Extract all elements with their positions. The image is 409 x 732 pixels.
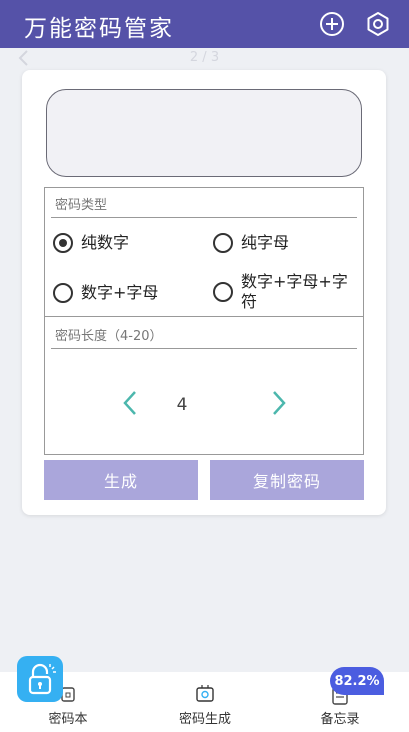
radio-label: 纯数字 bbox=[81, 233, 130, 252]
add-circle-icon bbox=[320, 12, 344, 36]
radio-digits-letters[interactable]: 数字+字母 bbox=[53, 283, 158, 303]
nav-label: 密码生成 bbox=[178, 712, 231, 727]
app-title: 万能密码管家 bbox=[24, 16, 174, 42]
generator-card: 密码类型 纯数字 纯字母 数字+字母 数字+字母+字符 密码长度（4-20） 4 bbox=[22, 70, 386, 515]
password-length-label: 密码长度（4-20） bbox=[55, 329, 163, 344]
radio-unchecked-icon bbox=[53, 283, 73, 303]
gear-icon bbox=[367, 12, 389, 36]
radio-digits-only[interactable]: 纯数字 bbox=[53, 233, 129, 253]
nav-item-password-generator[interactable]: 密码生成 bbox=[166, 672, 244, 732]
copy-password-button[interactable]: 复制密码 bbox=[210, 460, 364, 500]
app-bar: 万能密码管家 bbox=[0, 0, 409, 48]
password-generator-icon bbox=[196, 685, 214, 702]
chevron-left-icon bbox=[123, 391, 136, 415]
nav-label: 备忘录 bbox=[320, 712, 360, 727]
pager-row: 2 / 3 bbox=[0, 48, 409, 70]
increase-length-button[interactable] bbox=[270, 389, 288, 417]
radio-label: 纯字母 bbox=[241, 233, 290, 252]
divider bbox=[45, 316, 363, 317]
radio-label: 数字+字母 bbox=[81, 283, 159, 302]
lock-icon bbox=[28, 663, 56, 695]
percentage-badge[interactable]: 82.2% bbox=[330, 667, 384, 695]
divider bbox=[51, 348, 357, 349]
decrease-length-button[interactable] bbox=[121, 389, 139, 417]
password-type-label: 密码类型 bbox=[55, 198, 108, 213]
chevron-right-icon bbox=[273, 391, 286, 415]
radio-checked-icon bbox=[53, 233, 73, 253]
divider bbox=[51, 217, 357, 218]
nav-label: 密码本 bbox=[48, 712, 88, 727]
add-button[interactable] bbox=[318, 10, 346, 38]
page-indicator: 2 / 3 bbox=[189, 50, 220, 65]
length-value: 4 bbox=[176, 395, 188, 415]
radio-letters-only[interactable]: 纯字母 bbox=[213, 233, 289, 253]
radio-unchecked-icon bbox=[213, 233, 233, 253]
radio-unchecked-icon bbox=[213, 282, 233, 302]
radio-label: 数字+字母+字符 bbox=[241, 272, 348, 311]
radio-digits-letters-symbols[interactable]: 数字+字母+字符 bbox=[213, 272, 359, 312]
floating-lock-button[interactable] bbox=[17, 656, 63, 702]
password-display bbox=[46, 89, 362, 177]
generate-button[interactable]: 生成 bbox=[44, 460, 198, 500]
settings-button[interactable] bbox=[364, 10, 392, 38]
options-panel: 密码类型 纯数字 纯字母 数字+字母 数字+字母+字符 密码长度（4-20） bbox=[44, 187, 364, 455]
